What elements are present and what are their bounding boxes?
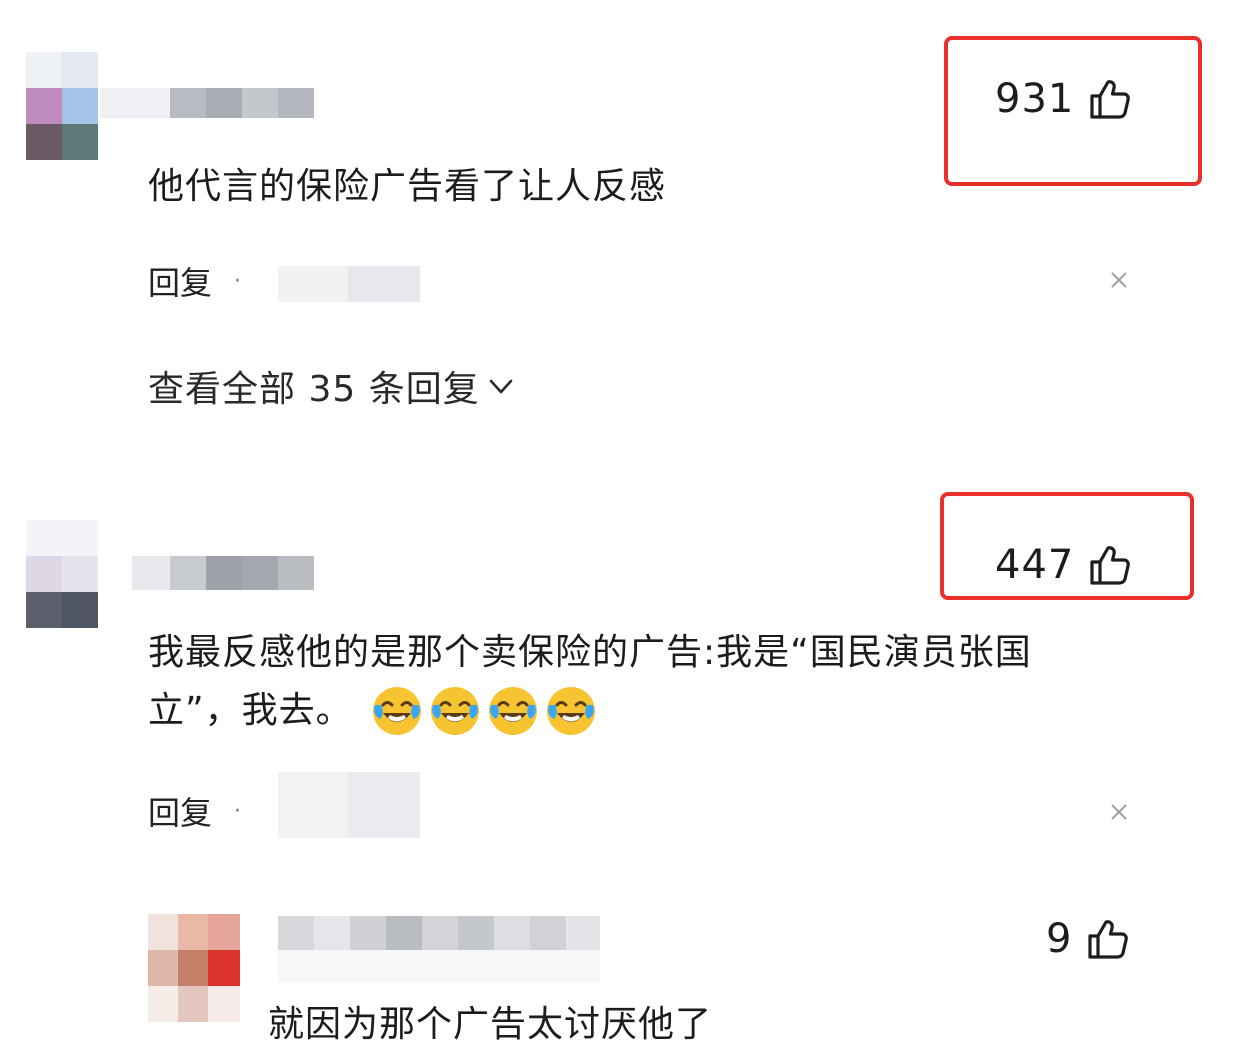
comment-text: 我最反感他的是那个卖保险的广告:我是“国民演员张国 立”，我去。 [148,624,1032,740]
view-all-label: 查看全部 35 条回复 [148,369,480,410]
crying-laughing-emoji-icon [372,687,421,735]
timestamp-blurred [278,772,420,838]
comment-text: 就因为那个广告太讨厌他了 [268,1004,713,1045]
view-all-replies[interactable]: 查看全部 35 条回复 [148,360,516,412]
close-icon[interactable] [1108,268,1130,298]
crying-laughing-emoji-icon [546,687,595,735]
close-icon[interactable] [1108,800,1130,830]
avatar[interactable] [26,52,98,160]
separator-dot: · [234,268,242,294]
highlight-box [940,492,1194,600]
comment-text: 他代言的保险广告看了让人反感 [148,166,667,207]
comment-text-line-2: 立”，我去。 [148,682,1032,740]
chevron-down-icon [489,379,513,394]
separator-dot: · [234,798,242,824]
comment-actions: 回复 · [148,788,241,834]
timestamp-blurred [278,266,420,302]
username-blurred[interactable] [278,916,600,982]
avatar[interactable] [26,520,98,628]
crying-laughing-emoji-icon [488,687,537,735]
like-count: 9 [1046,916,1073,962]
reply-button[interactable]: 回复 [148,788,212,834]
username-blurred[interactable] [100,88,314,118]
comment-actions: 回复 · [148,258,241,304]
like-button[interactable]: 9 [1046,916,1130,962]
avatar[interactable] [148,914,240,1022]
thumbs-up-icon [1088,920,1129,959]
username-blurred[interactable] [132,556,314,590]
comment-text-line-2-text: 立”，我去。 [148,690,353,731]
emoji-row [371,685,603,737]
comment-text-line-1: 我最反感他的是那个卖保险的广告:我是“国民演员张国 [148,632,1032,673]
reply-button[interactable]: 回复 [148,258,212,304]
crying-laughing-emoji-icon [430,687,479,735]
highlight-box [944,36,1202,186]
